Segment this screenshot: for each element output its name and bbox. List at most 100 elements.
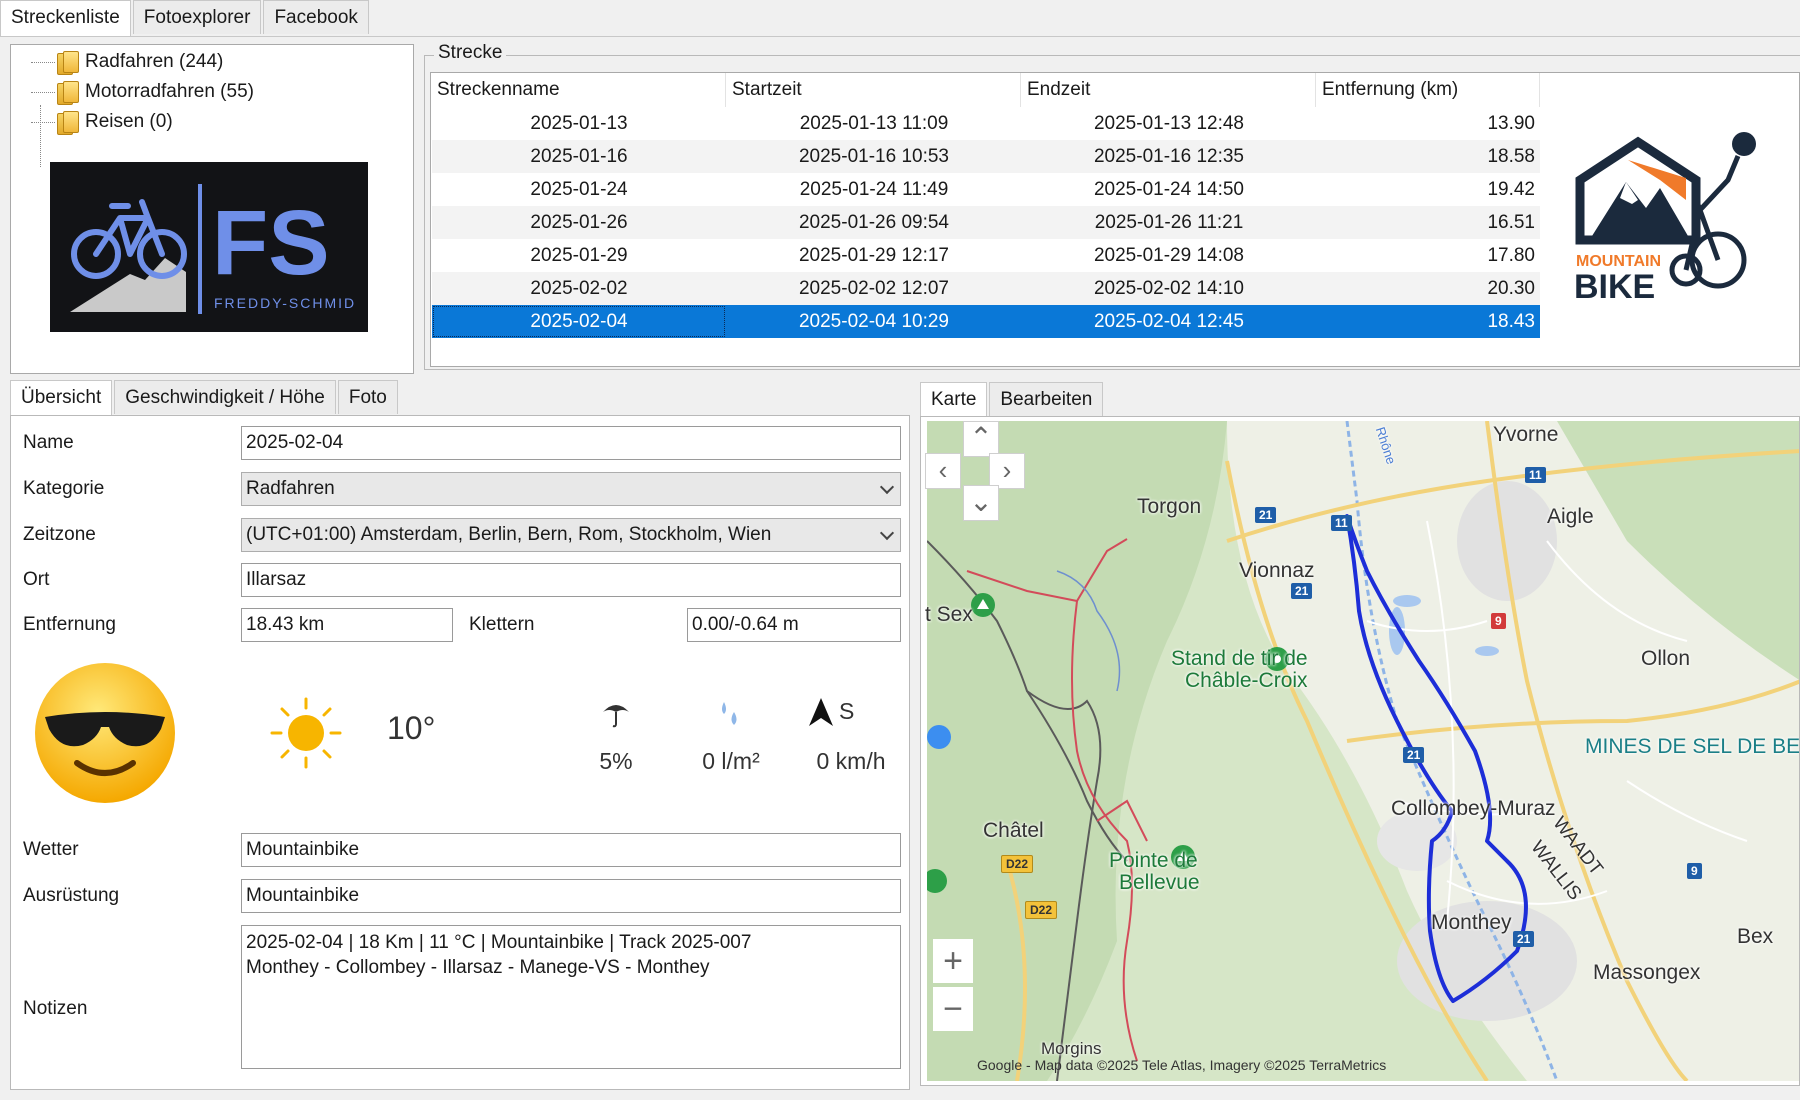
table-row[interactable]: 2025-01-29 2025-01-29 12:17 2025-01-29 1… [432, 239, 1540, 272]
map-label-stand-de-tir: Stand de tir de [1171, 647, 1308, 670]
road-badge-11: 11 [1525, 467, 1546, 483]
notizen-line-1: 2025-02-04 | 18 Km | 11 °C | Mountainbik… [246, 932, 752, 953]
road-badge-9: 9 [1687, 863, 1702, 879]
column-header-endzeit[interactable]: Endzeit [1021, 73, 1316, 107]
tab-geschwindigkeit-hoehe[interactable]: Geschwindigkeit / Höhe [114, 380, 336, 414]
klettern-label: Klettern [469, 614, 535, 635]
folder-icon [57, 111, 79, 135]
tree-item-label: Motorradfahren (55) [85, 81, 254, 102]
map-label-tsex: t Sex [925, 603, 973, 626]
pan-left-button[interactable]: ‹ [925, 453, 961, 489]
tree-item-label: Radfahren (244) [85, 51, 224, 72]
bike-logo-icon: FS FREDDY-SCHMID [70, 184, 356, 314]
table-row[interactable]: 2025-01-26 2025-01-26 09:54 2025-01-26 1… [432, 206, 1540, 239]
folder-icon [57, 51, 79, 75]
road-badge-11: 11 [1331, 515, 1352, 531]
map-tab-bar: Karte Bearbeiten [920, 382, 1105, 419]
map-label-mines-de-sel: MINES DE SEL DE BEX [1585, 735, 1800, 758]
map-label-yvorne: Yvorne [1493, 423, 1559, 446]
ausruestung-label: Ausrüstung [23, 885, 120, 906]
tree-item-motorradfahren[interactable]: Motorradfahren (55) [31, 78, 254, 106]
folder-icon [57, 81, 79, 105]
table-row[interactable]: 2025-01-13 2025-01-13 11:09 2025-01-13 1… [432, 107, 1540, 140]
zeitzone-label: Zeitzone [23, 524, 96, 545]
chevron-down-icon[interactable] [879, 525, 895, 541]
road-badge-21: 21 [1291, 583, 1313, 599]
road-badge-21: 21 [1513, 931, 1535, 947]
map-label-chatel: Châtel [983, 819, 1044, 842]
notizen-label: Notizen [23, 998, 88, 1019]
bottom-strip [0, 1090, 1800, 1100]
notizen-line-2: Monthey - Collombey - Illarsaz - Manege-… [246, 957, 710, 978]
table-row[interactable]: 2025-01-24 2025-01-24 11:49 2025-01-24 1… [432, 173, 1540, 206]
column-header-startzeit[interactable]: Startzeit [726, 73, 1021, 107]
fs-logo: FS FREDDY-SCHMID [50, 162, 368, 332]
wetter-label: Wetter [23, 839, 79, 860]
rain-value: 0 l/m² [702, 748, 760, 774]
column-header-entfernung[interactable]: Entfernung (km) [1316, 73, 1540, 107]
wind-direction-value: S [839, 698, 855, 724]
temperature-value: 10° [387, 710, 436, 746]
ausruestung-field[interactable]: Mountainbike [241, 879, 901, 913]
entfernung-field[interactable]: 18.43 km [241, 608, 453, 642]
map-label-pointe-de: Pointe de [1109, 849, 1198, 872]
road-badge-9: 9 [1491, 613, 1506, 629]
tab-bearbeiten[interactable]: Bearbeiten [989, 382, 1104, 416]
map-label-bex: Bex [1737, 925, 1774, 948]
strecke-legend: Strecke [434, 42, 507, 64]
kategorie-select[interactable]: Radfahren [241, 472, 901, 506]
sun-icon [270, 697, 342, 769]
pan-right-button[interactable]: › [989, 453, 1025, 489]
tab-facebook[interactable]: Facebook [263, 0, 369, 34]
tab-foto[interactable]: Foto [337, 380, 398, 414]
tab-karte[interactable]: Karte [920, 382, 988, 419]
ort-field[interactable]: Illarsaz [241, 563, 901, 597]
tree-item-label: Reisen (0) [85, 111, 173, 132]
tab-uebersicht[interactable]: Übersicht [10, 380, 113, 417]
pan-up-button[interactable]: ⌃ [963, 421, 999, 457]
wind-speed-value: 0 km/h [816, 748, 886, 774]
zeitzone-value: (UTC+01:00) Amsterdam, Berlin, Bern, Rom… [246, 524, 772, 545]
road-badge-d22: D22 [1025, 901, 1058, 919]
mountain-bike-logo: MOUNTAIN BIKE [1568, 120, 1768, 306]
tree-item-radfahren[interactable]: Radfahren (244) [31, 48, 223, 76]
map-label-torgon: Torgon [1137, 495, 1202, 518]
notizen-textarea[interactable]: 2025-02-04 | 18 Km | 11 °C | Mountainbik… [241, 925, 901, 1069]
map-label-massongex: Massongex [1593, 961, 1701, 984]
kategorie-value: Radfahren [246, 478, 335, 499]
map-panel[interactable]: ⌃ ‹ › ⌄ + − Yvorne Aigle Torgon Vionnaz … [920, 416, 1800, 1086]
tab-fotoexplorer[interactable]: Fotoexplorer [132, 0, 262, 34]
top-tab-bar: Streckenliste Fotoexplorer Facebook [0, 0, 371, 37]
zoom-in-button[interactable]: + [933, 939, 973, 983]
sunglasses-emoji-icon [35, 663, 175, 803]
ort-label: Ort [23, 569, 50, 590]
overview-panel: Name 2025-02-04 Kategorie Radfahren Zeit… [10, 415, 910, 1090]
name-field[interactable]: 2025-02-04 [241, 426, 901, 460]
klettern-field[interactable]: 0.00/-0.64 m [687, 608, 901, 642]
pan-down-button[interactable]: ⌄ [963, 485, 999, 521]
map-label-chable-croix: Châble-Croix [1185, 669, 1308, 692]
table-row[interactable]: 2025-02-02 2025-02-02 12:07 2025-02-02 1… [432, 272, 1540, 305]
mountain-bike-logo-line2: BIKE [1574, 268, 1655, 300]
table-row-selected[interactable]: 2025-02-04 2025-02-04 10:29 2025-02-04 1… [432, 305, 1540, 338]
map-label-monthey: Monthey [1431, 911, 1512, 934]
tab-streckenliste[interactable]: Streckenliste [0, 0, 131, 37]
precip-chance-value: 5% [599, 748, 633, 774]
column-header-streckenname[interactable]: Streckenname [431, 73, 726, 107]
road-badge-21: 21 [1255, 507, 1277, 523]
wetter-field[interactable]: Mountainbike [241, 833, 901, 867]
entfernung-label: Entfernung [23, 614, 116, 635]
zeitzone-select[interactable]: (UTC+01:00) Amsterdam, Berlin, Bern, Rom… [241, 518, 901, 552]
tree-item-reisen[interactable]: Reisen (0) [31, 108, 173, 136]
table-row[interactable]: 2025-01-16 2025-01-16 10:53 2025-01-16 1… [432, 140, 1540, 173]
kategorie-label: Kategorie [23, 478, 105, 499]
fs-logo-subtext: FREDDY-SCHMID [214, 295, 356, 311]
map-label-ollon: Ollon [1641, 647, 1691, 670]
name-label: Name [23, 432, 74, 453]
chevron-down-icon[interactable] [879, 479, 895, 495]
mountain-bike-icon: MOUNTAIN BIKE [1574, 132, 1756, 306]
road-badge-d22: D22 [1001, 855, 1034, 873]
zoom-out-button[interactable]: − [933, 987, 973, 1031]
map-label-bellevue: Bellevue [1119, 871, 1200, 894]
wind-direction-icon [809, 698, 833, 726]
